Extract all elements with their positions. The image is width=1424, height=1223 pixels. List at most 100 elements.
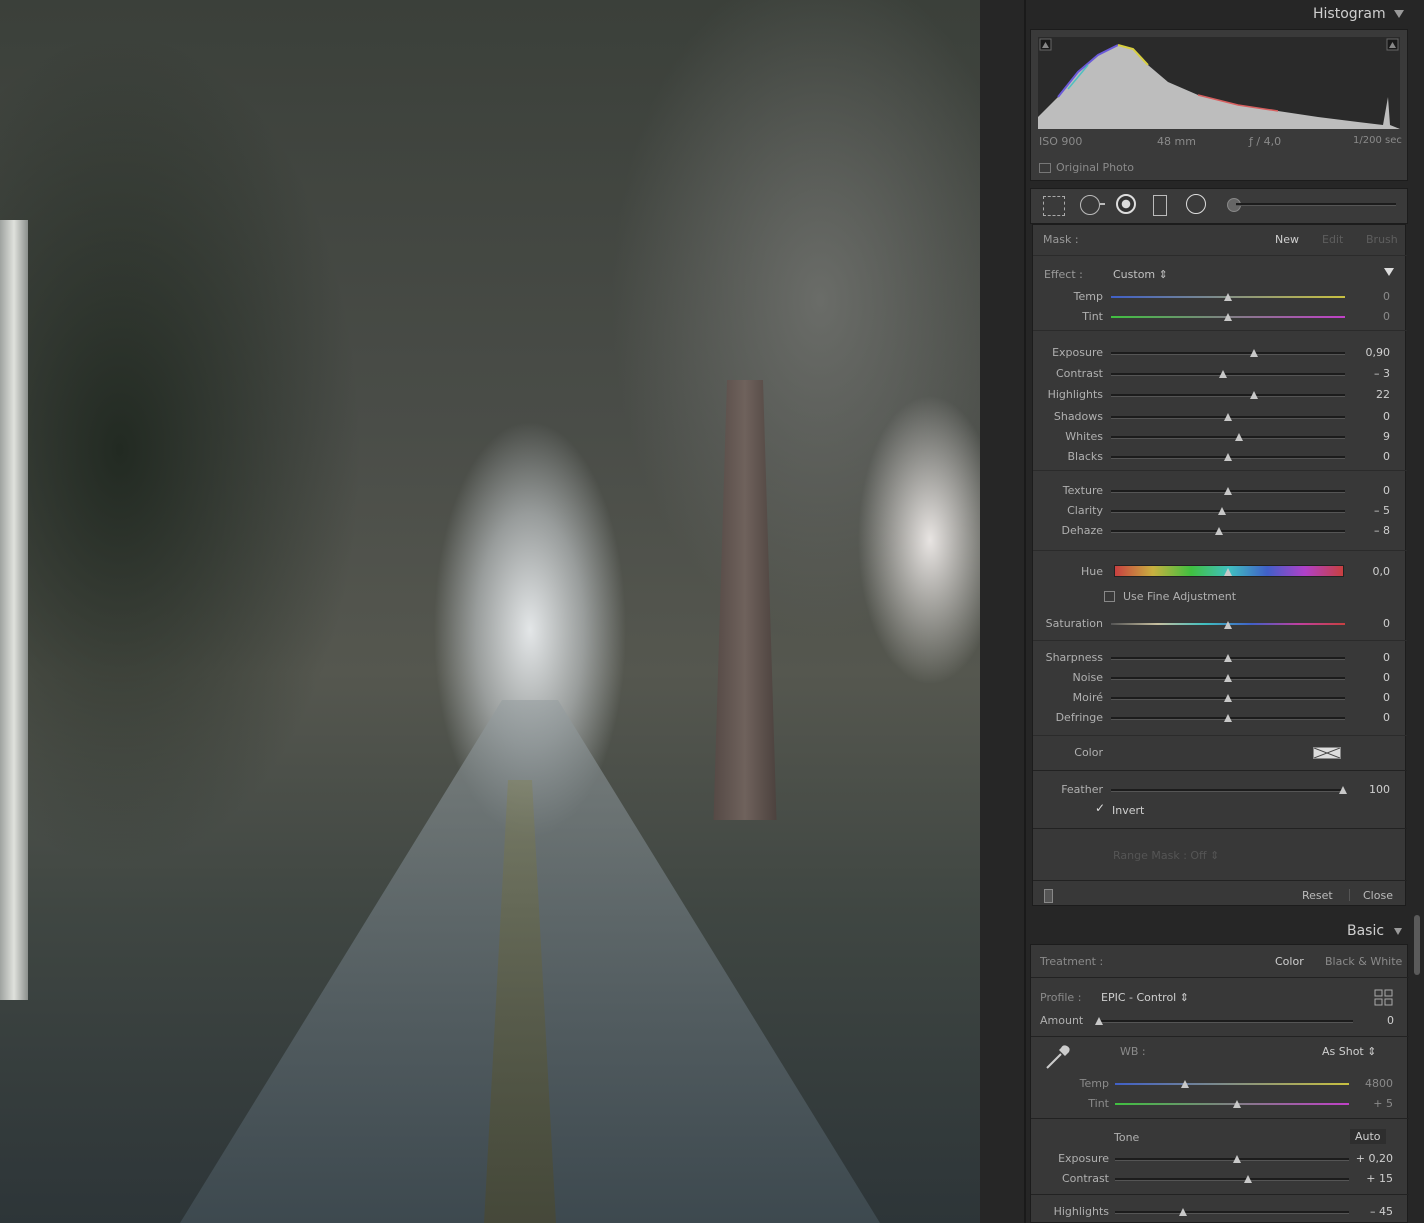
basic-contrast-slider[interactable] [1115, 1178, 1349, 1181]
slider-thumb-shadows[interactable] [1224, 413, 1232, 421]
detail-value-0[interactable]: 0 [1350, 651, 1390, 664]
slider-value-highlights[interactable]: 22 [1350, 388, 1390, 401]
slider-thumb-tint[interactable] [1224, 313, 1232, 321]
slider-value-tint[interactable]: 0 [1350, 310, 1390, 323]
saturation-value[interactable]: 0 [1350, 617, 1390, 630]
treatment-color-button[interactable]: Color [1275, 955, 1304, 968]
slider-value-blacks[interactable]: 0 [1350, 450, 1390, 463]
slider-value-temp[interactable]: 0 [1350, 290, 1390, 303]
basic-contrast-value[interactable]: + 15 [1353, 1172, 1393, 1185]
close-button[interactable]: Close [1363, 889, 1393, 902]
slider-track-whites[interactable] [1111, 436, 1345, 439]
detail-thumb-2[interactable] [1224, 694, 1232, 702]
spot-removal-icon[interactable] [1080, 195, 1100, 215]
slider-thumb-temp[interactable] [1224, 293, 1232, 301]
wb-temp-value[interactable]: 4800 [1353, 1077, 1393, 1090]
treatment-label: Treatment : [1040, 955, 1104, 968]
detail-thumb-3[interactable] [1224, 714, 1232, 722]
basic-exposure-value[interactable]: + 0,20 [1353, 1152, 1393, 1165]
slider-track-contrast[interactable] [1111, 373, 1345, 376]
effect-preset-select[interactable]: Custom ⇕ [1113, 268, 1168, 281]
reset-button[interactable]: Reset [1302, 889, 1333, 902]
slider-track-highlights[interactable] [1111, 394, 1345, 397]
basic-collapse-icon[interactable] [1394, 928, 1402, 935]
basic-highlights-thumb[interactable] [1178, 1208, 1187, 1216]
detail-value-3[interactable]: 0 [1350, 711, 1390, 724]
tool-slider-track[interactable] [1236, 203, 1396, 206]
mask-edit-button[interactable]: Edit [1322, 233, 1343, 246]
slider-value-dehaze[interactable]: – 8 [1350, 524, 1390, 537]
separator [1033, 880, 1407, 881]
treatment-bw-button[interactable]: Black & White [1325, 955, 1402, 968]
amount-slider[interactable] [1099, 1020, 1353, 1023]
hue-value[interactable]: 0,0 [1350, 565, 1391, 578]
histogram-title[interactable]: Histogram [1313, 6, 1386, 22]
detail-value-2[interactable]: 0 [1350, 691, 1390, 704]
slider-value-whites[interactable]: 9 [1350, 430, 1390, 443]
wb-tint-thumb[interactable] [1232, 1100, 1241, 1108]
invert-checkbox[interactable]: ✓ [1095, 802, 1105, 814]
original-photo-checkbox[interactable] [1039, 163, 1051, 173]
radial-filter-icon[interactable] [1186, 194, 1206, 214]
histogram-graph[interactable] [1038, 37, 1400, 129]
feather-thumb[interactable] [1338, 786, 1347, 794]
amount-thumb[interactable] [1095, 1017, 1103, 1025]
tone-auto-button[interactable]: Auto [1350, 1129, 1386, 1144]
crop-tool-icon[interactable] [1043, 196, 1065, 216]
feather-slider[interactable] [1111, 789, 1345, 792]
eyedropper-icon[interactable] [1043, 1042, 1073, 1072]
saturation-thumb[interactable] [1224, 621, 1232, 629]
separator [1031, 1118, 1409, 1119]
slider-track-exposure[interactable] [1111, 352, 1345, 355]
slider-label-texture: Texture [1062, 484, 1103, 497]
slider-thumb-dehaze[interactable] [1214, 527, 1223, 535]
collapse-triangle-icon[interactable] [1394, 10, 1404, 18]
detail-value-1[interactable]: 0 [1350, 671, 1390, 684]
slider-thumb-whites[interactable] [1234, 433, 1243, 441]
panel-scrollbar[interactable] [1414, 915, 1420, 975]
tone-label: Tone [1114, 1131, 1140, 1144]
slider-thumb-clarity[interactable] [1218, 507, 1227, 515]
slider-thumb-contrast[interactable] [1219, 370, 1228, 378]
basic-exposure-thumb[interactable] [1232, 1155, 1241, 1163]
slider-value-contrast[interactable]: – 3 [1350, 367, 1390, 380]
wb-select[interactable]: As Shot ⇕ [1322, 1045, 1376, 1058]
slider-thumb-highlights[interactable] [1249, 391, 1258, 399]
slider-value-exposure[interactable]: 0,90 [1350, 346, 1391, 359]
detail-thumb-1[interactable] [1224, 674, 1232, 682]
mask-brush-button[interactable]: Brush [1366, 233, 1398, 246]
wb-tint-value[interactable]: + 5 [1353, 1097, 1393, 1110]
basic-highlights-value[interactable]: – 45 [1353, 1205, 1393, 1218]
photo-canvas[interactable] [0, 0, 980, 1223]
slider-thumb-exposure[interactable] [1249, 349, 1258, 357]
basic-contrast-thumb[interactable] [1244, 1175, 1253, 1183]
detail-thumb-0[interactable] [1224, 654, 1232, 662]
amount-value[interactable]: 0 [1354, 1014, 1394, 1027]
fine-adjustment-checkbox[interactable] [1104, 591, 1115, 602]
slider-track-dehaze[interactable] [1111, 530, 1345, 533]
profile-browser-icon[interactable] [1374, 989, 1394, 1007]
effect-collapse-icon[interactable] [1384, 268, 1394, 276]
slider-thumb-texture[interactable] [1224, 487, 1232, 495]
graduated-filter-icon[interactable] [1153, 195, 1167, 216]
slider-value-texture[interactable]: 0 [1350, 484, 1390, 497]
range-mask-select[interactable]: Range Mask : Off ⇕ [1113, 849, 1219, 862]
wb-temp-slider[interactable] [1115, 1083, 1349, 1085]
histogram-focal: 48 mm [1157, 135, 1196, 148]
basic-title[interactable]: Basic [1347, 923, 1384, 939]
basic-contrast-label: Contrast [1061, 1172, 1109, 1185]
basic-highlights-slider[interactable] [1115, 1211, 1349, 1214]
slider-track-clarity[interactable] [1111, 510, 1345, 513]
feather-value[interactable]: 100 [1350, 783, 1390, 796]
slider-value-shadows[interactable]: 0 [1350, 410, 1390, 423]
red-eye-icon[interactable] [1116, 194, 1136, 214]
mask-toggle-switch[interactable] [1044, 889, 1053, 903]
hue-label: Hue [1080, 565, 1103, 578]
wb-temp-thumb[interactable] [1181, 1080, 1190, 1088]
color-swatch[interactable] [1313, 747, 1341, 759]
hue-thumb[interactable] [1224, 568, 1232, 576]
profile-select[interactable]: EPIC - Control ⇕ [1101, 991, 1189, 1004]
slider-value-clarity[interactable]: – 5 [1350, 504, 1390, 517]
mask-new-button[interactable]: New [1275, 233, 1299, 246]
slider-thumb-blacks[interactable] [1224, 453, 1232, 461]
